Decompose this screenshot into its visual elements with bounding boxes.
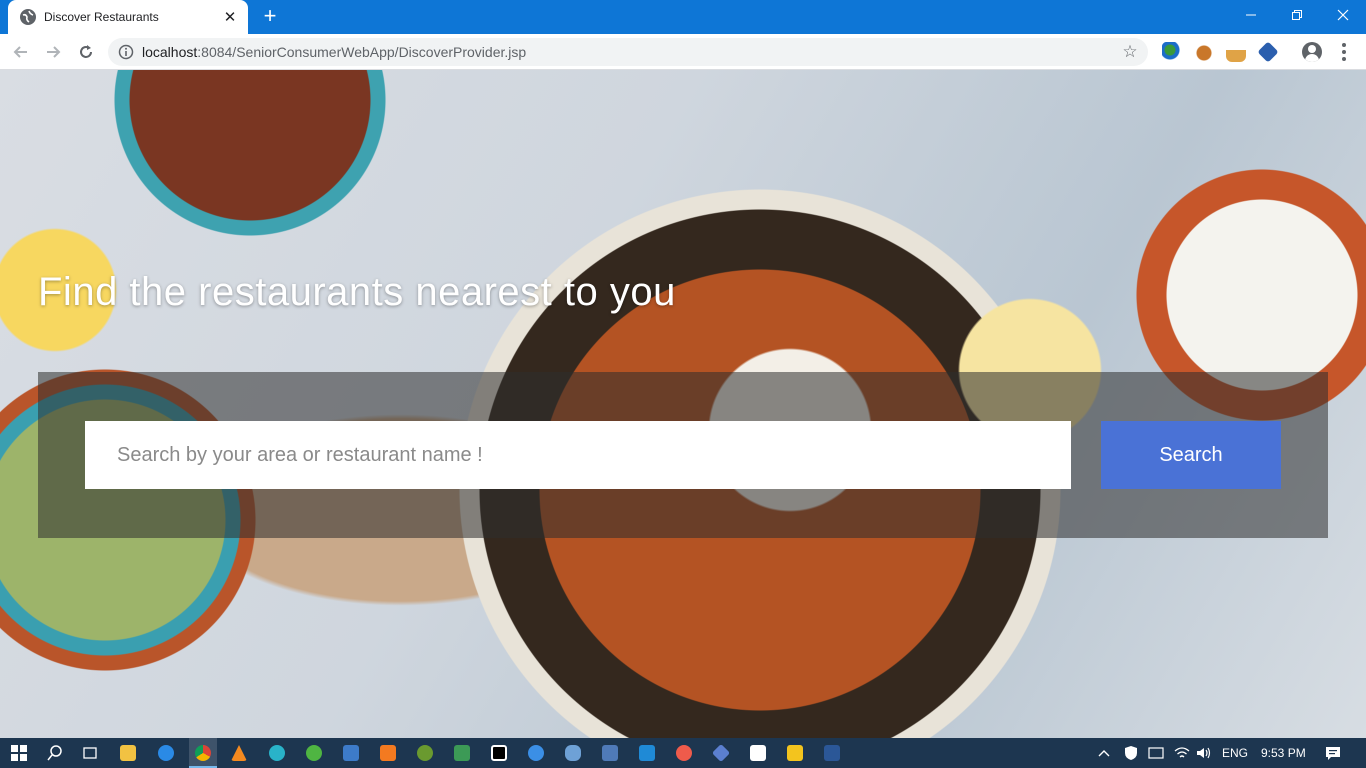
url-path: :8084/SeniorConsumerWebApp/DiscoverProvi… <box>197 44 527 60</box>
close-icon <box>1337 9 1349 21</box>
search-button[interactable]: Search <box>1101 421 1281 489</box>
restore-button[interactable] <box>1274 0 1320 30</box>
window-close-button[interactable] <box>1320 0 1366 30</box>
postgres-icon[interactable] <box>562 742 584 764</box>
profile-avatar-icon[interactable] <box>1302 42 1322 62</box>
chrome-icon[interactable] <box>189 738 217 768</box>
back-arrow-icon <box>13 46 27 58</box>
menu-kebab-icon[interactable] <box>1336 42 1352 62</box>
app-icon[interactable] <box>266 742 288 764</box>
extension-cube-icon[interactable] <box>1257 41 1279 63</box>
ime-icon[interactable] <box>1148 738 1164 768</box>
page-title: Find the restaurants nearest to you <box>38 270 676 314</box>
xampp-icon[interactable] <box>377 742 399 764</box>
browser-toolbar: localhost:8084/SeniorConsumerWebApp/Disc… <box>0 34 1366 70</box>
reload-button[interactable] <box>72 38 100 66</box>
app-icon[interactable] <box>525 742 547 764</box>
app-icon[interactable] <box>451 742 473 764</box>
minimize-icon <box>1246 14 1256 16</box>
app-icon[interactable] <box>303 742 325 764</box>
action-center-icon[interactable] <box>1325 738 1341 768</box>
browser-tab[interactable]: Discover Restaurants ✕ <box>8 0 248 34</box>
address-bar[interactable]: localhost:8084/SeniorConsumerWebApp/Disc… <box>108 38 1148 66</box>
tab-title: Discover Restaurants <box>44 10 159 24</box>
extension-globe-icon[interactable] <box>1162 42 1182 62</box>
task-view-icon[interactable] <box>79 742 101 764</box>
search-icon[interactable] <box>44 742 66 764</box>
new-tab-button[interactable]: + <box>258 5 282 29</box>
restore-icon <box>1292 10 1302 20</box>
bookmark-star-icon[interactable]: ☆ <box>1120 42 1140 62</box>
windows-start-icon[interactable] <box>8 742 30 764</box>
edge-icon[interactable] <box>155 742 177 764</box>
search-panel: Search <box>38 372 1328 538</box>
search-input[interactable] <box>85 421 1071 489</box>
file-explorer-icon[interactable] <box>117 742 139 764</box>
app-icon[interactable] <box>747 742 769 764</box>
reload-icon <box>80 45 92 58</box>
vscode-icon[interactable] <box>636 742 658 764</box>
back-button[interactable] <box>7 38 35 66</box>
wifi-icon[interactable] <box>1174 738 1190 768</box>
virtualbox-icon[interactable] <box>340 742 362 764</box>
security-shield-icon[interactable] <box>1124 738 1138 768</box>
tray-chevron-up-icon[interactable] <box>1098 738 1112 768</box>
tab-close-icon[interactable]: ✕ <box>222 9 238 26</box>
minimize-button[interactable] <box>1228 0 1274 30</box>
app-icon[interactable] <box>599 742 621 764</box>
url-host: localhost <box>142 44 198 60</box>
windows-taskbar: ENG 9:53 PM <box>0 738 1366 768</box>
app-icon[interactable] <box>710 742 732 764</box>
url-text: localhost:8084/SeniorConsumerWebApp/Disc… <box>142 44 526 60</box>
globe-icon <box>20 9 36 25</box>
app-icon[interactable] <box>784 742 806 764</box>
extension-cookie-icon[interactable] <box>1194 42 1214 62</box>
word-icon[interactable] <box>821 742 843 764</box>
extension-java-icon[interactable] <box>1226 42 1246 62</box>
forward-button[interactable] <box>39 38 67 66</box>
browser-titlebar: Discover Restaurants ✕ + <box>0 0 1366 34</box>
hero-background-food-image: Find the restaurants nearest to you Sear… <box>0 70 1366 738</box>
app-icon[interactable] <box>673 742 695 764</box>
forward-arrow-icon <box>47 46 61 58</box>
intellij-icon[interactable] <box>488 742 510 764</box>
vlc-icon[interactable] <box>228 742 250 764</box>
volume-icon[interactable] <box>1196 738 1212 768</box>
info-icon[interactable] <box>118 44 134 60</box>
clock[interactable]: 9:53 PM <box>1261 746 1306 760</box>
language-indicator[interactable]: ENG <box>1222 746 1248 760</box>
app-icon[interactable] <box>414 742 436 764</box>
